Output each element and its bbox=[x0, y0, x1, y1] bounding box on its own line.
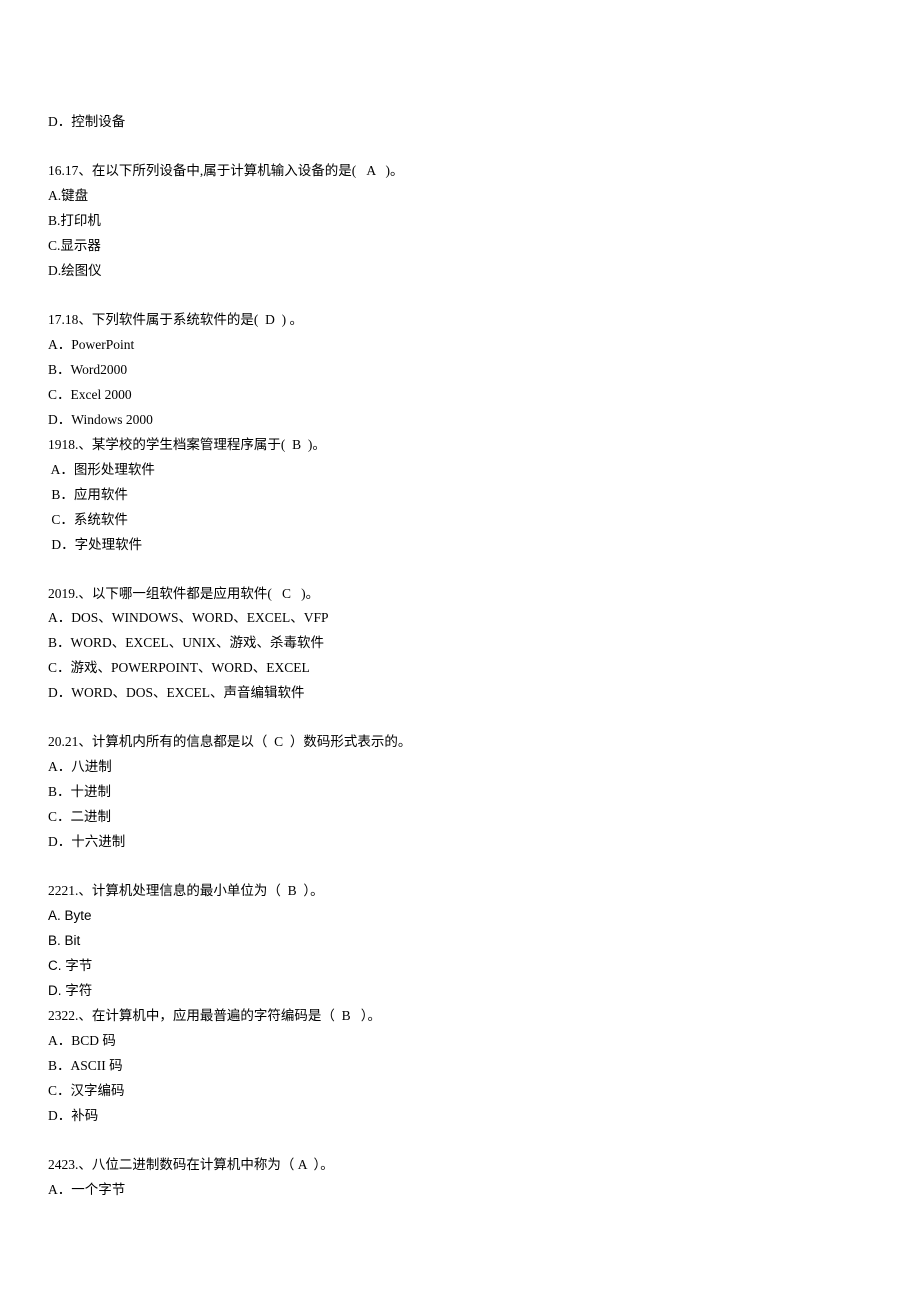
question-22-21: 2221.、计算机处理信息的最小单位为（ B ）。 bbox=[48, 879, 872, 904]
question-16-17: 16.17、在以下所列设备中,属于计算机输入设备的是( A )。 bbox=[48, 159, 872, 184]
option-a: A．PowerPoint bbox=[48, 333, 872, 358]
question-20-19: 2019.、以下哪一组软件都是应用软件( C )。 bbox=[48, 582, 872, 607]
option-c: C.显示器 bbox=[48, 234, 872, 259]
option-d: D. 字符 bbox=[48, 979, 872, 1004]
spacer bbox=[48, 706, 872, 730]
question-19-18: 1918.、某学校的学生档案管理程序属于( B )。 bbox=[48, 433, 872, 458]
option-b: B．Word2000 bbox=[48, 358, 872, 383]
option-b: B．ASCII 码 bbox=[48, 1054, 872, 1079]
option-c: C．系统软件 bbox=[48, 508, 872, 533]
spacer bbox=[48, 558, 872, 582]
option-c: C．Excel 2000 bbox=[48, 383, 872, 408]
question-17-18: 17.18、下列软件属于系统软件的是( D ) 。 bbox=[48, 308, 872, 333]
option-a: A．BCD 码 bbox=[48, 1029, 872, 1054]
document-page: D．控制设备 16.17、在以下所列设备中,属于计算机输入设备的是( A )。 … bbox=[0, 0, 920, 1263]
option-d: D．十六进制 bbox=[48, 830, 872, 855]
option-b: B．十进制 bbox=[48, 780, 872, 805]
option-c: C．汉字编码 bbox=[48, 1079, 872, 1104]
spacer bbox=[48, 284, 872, 308]
option-d: D．字处理软件 bbox=[48, 533, 872, 558]
spacer bbox=[48, 1129, 872, 1153]
question-20-21: 20.21、计算机内所有的信息都是以（ C ）数码形式表示的。 bbox=[48, 730, 872, 755]
option-c: C．二进制 bbox=[48, 805, 872, 830]
spacer bbox=[48, 135, 872, 159]
option-d: D．WORD、DOS、EXCEL、声音编辑软件 bbox=[48, 681, 872, 706]
option-d: D．补码 bbox=[48, 1104, 872, 1129]
option-c: C．游戏、POWERPOINT、WORD、EXCEL bbox=[48, 656, 872, 681]
option-a: A．八进制 bbox=[48, 755, 872, 780]
option-b: B．应用软件 bbox=[48, 483, 872, 508]
spacer bbox=[48, 855, 872, 879]
option-d: D.绘图仪 bbox=[48, 259, 872, 284]
option-d: D．Windows 2000 bbox=[48, 408, 872, 433]
question-24-23: 2423.、八位二进制数码在计算机中称为（ A ）。 bbox=[48, 1153, 872, 1178]
option-d: D．控制设备 bbox=[48, 110, 872, 135]
option-a: A．DOS、WINDOWS、WORD、EXCEL、VFP bbox=[48, 606, 872, 631]
option-b: B．WORD、EXCEL、UNIX、游戏、杀毒软件 bbox=[48, 631, 872, 656]
option-a: A.键盘 bbox=[48, 184, 872, 209]
option-a: A. Byte bbox=[48, 904, 872, 929]
option-a: A．图形处理软件 bbox=[48, 458, 872, 483]
option-b: B. Bit bbox=[48, 929, 872, 954]
option-c: C. 字节 bbox=[48, 954, 872, 979]
option-a: A．一个字节 bbox=[48, 1178, 872, 1203]
option-b: B.打印机 bbox=[48, 209, 872, 234]
question-23-22: 2322.、在计算机中，应用最普遍的字符编码是（ B ）。 bbox=[48, 1004, 872, 1029]
